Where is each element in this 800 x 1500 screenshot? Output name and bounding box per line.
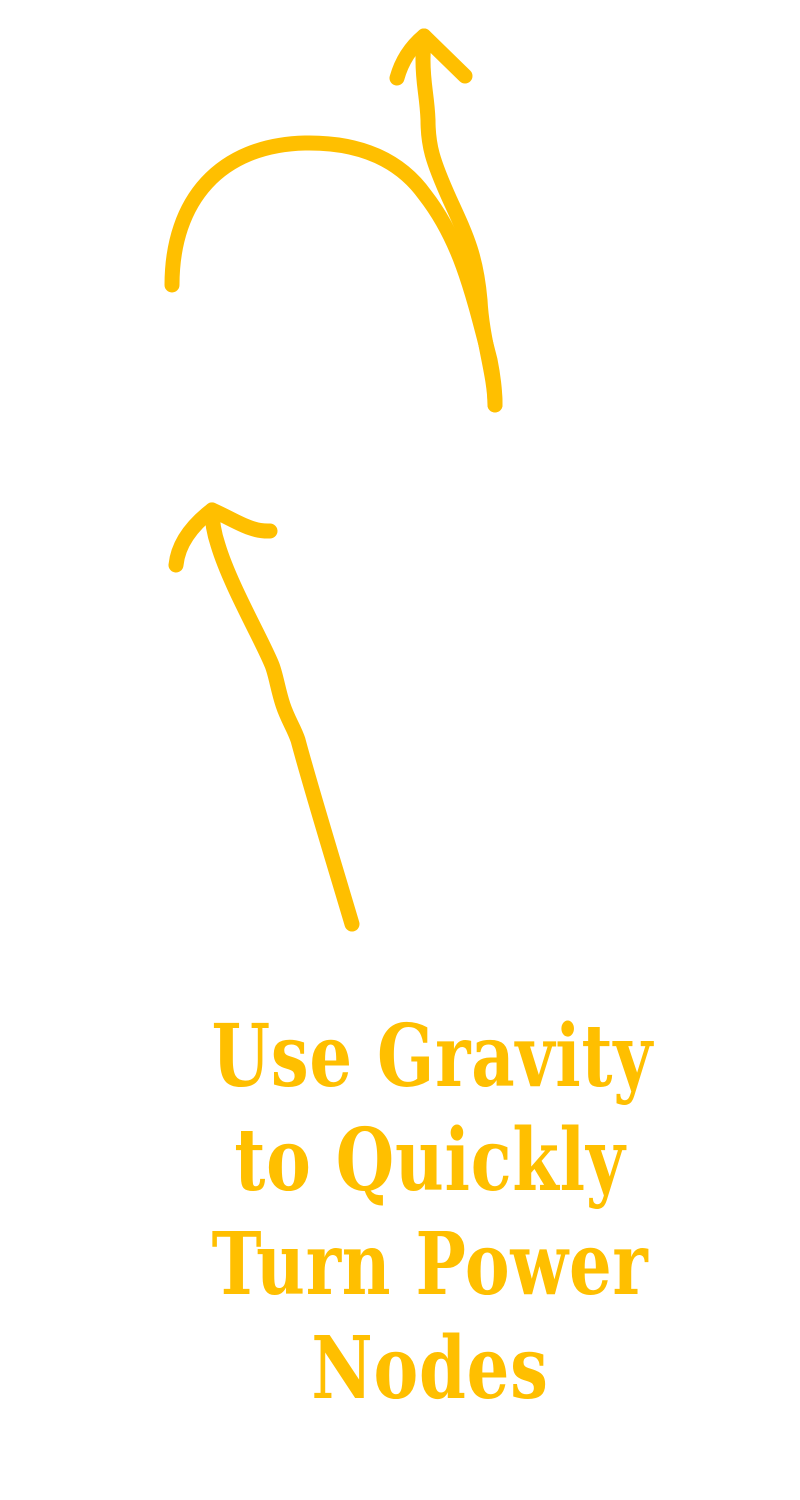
shaft-stroke [204,502,360,932]
arrowhead [389,28,473,86]
hint-line-1: Use Gravity [211,1006,653,1107]
hint-line-2: to Quickly [234,1110,626,1211]
tutorial-hint-screen: Use Gravity to Quickly Turn Power Nodes [0,0,800,1500]
curved-up-arrow-icon [164,28,503,413]
hint-caption: Use Gravity to Quickly Turn Power Nodes [211,1005,653,1421]
arrow-drawings [164,28,503,932]
hint-line-3: Turn Power [211,1214,649,1315]
hint-line-4: Nodes [311,1318,549,1419]
straight-up-arrow-icon [168,502,360,932]
